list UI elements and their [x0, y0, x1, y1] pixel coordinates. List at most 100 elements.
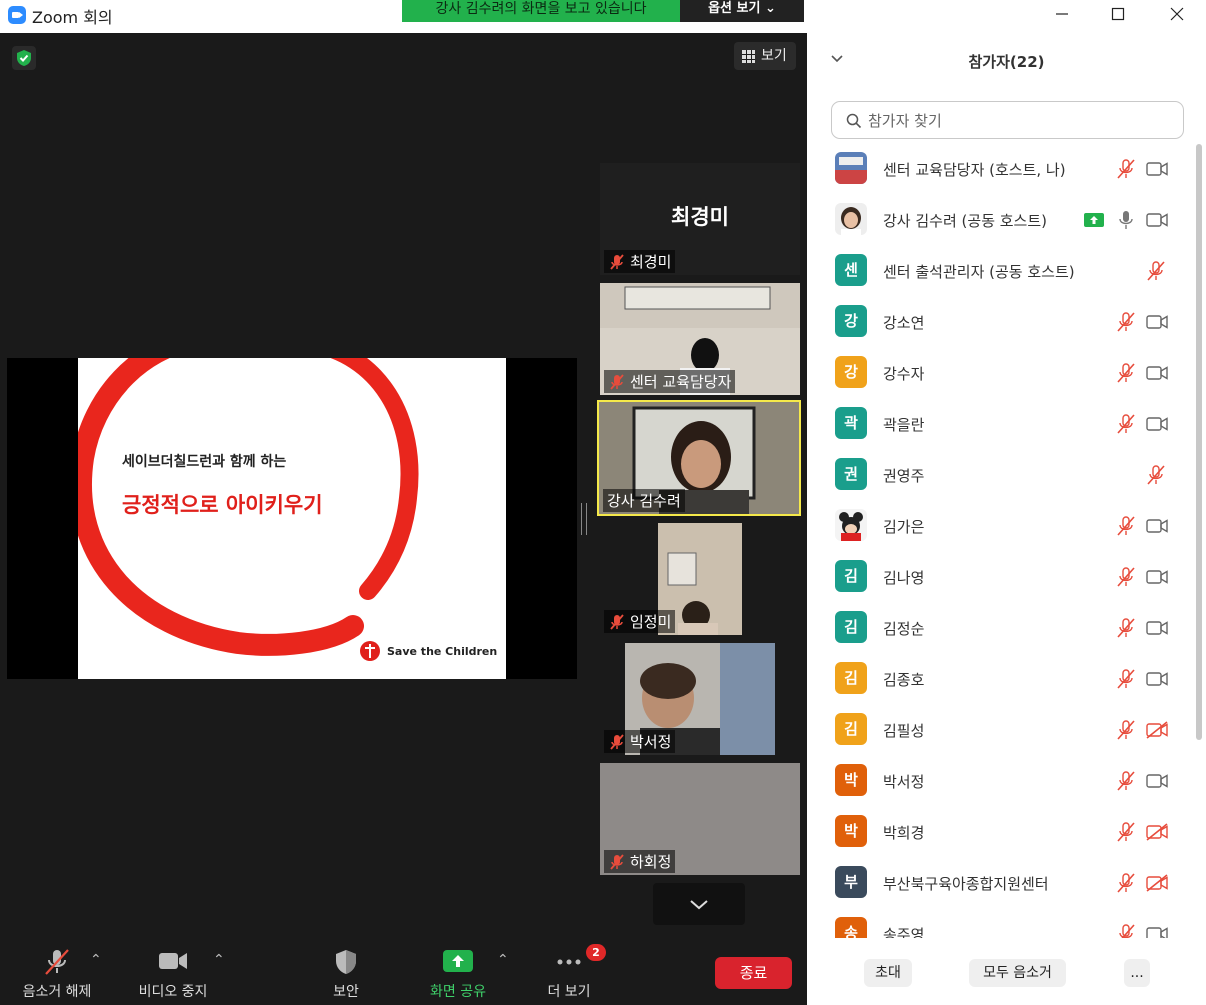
mic-icon[interactable]: [1115, 209, 1137, 235]
video-tile[interactable]: 박서정: [600, 643, 800, 755]
encryption-shield-icon[interactable]: [12, 46, 36, 70]
share-banner: 강사 김수려의 화면을 보고 있습니다: [402, 0, 680, 22]
video-camera-icon[interactable]: [1145, 515, 1169, 541]
mic-off-icon[interactable]: [1115, 311, 1137, 337]
more-dots-icon: [557, 959, 581, 965]
participant-row[interactable]: 박 박서정: [827, 755, 1187, 806]
scroll-tiles-down-button[interactable]: [653, 883, 745, 925]
share-screen-icon: [1084, 212, 1104, 232]
minimize-button[interactable]: [1047, 4, 1077, 24]
participant-row[interactable]: 박 박희경: [827, 806, 1187, 857]
video-camera-icon[interactable]: [1145, 668, 1169, 694]
avatar: [835, 509, 867, 541]
share-options-caret[interactable]: ⌃: [497, 952, 509, 968]
participant-row[interactable]: 김 김정순: [827, 602, 1187, 653]
video-tile-active-speaker[interactable]: 강사 김수려: [597, 400, 801, 516]
mic-off-icon[interactable]: [1115, 821, 1137, 847]
share-screen-label: 화면 공유: [430, 984, 486, 1000]
mic-off-icon[interactable]: [1115, 923, 1137, 938]
tile-name: 임정미: [630, 613, 672, 631]
participant-name: 김나영: [883, 569, 925, 587]
video-off-icon[interactable]: [1145, 821, 1169, 847]
mic-off-icon[interactable]: [1115, 158, 1137, 184]
notification-badge: 2: [586, 944, 606, 961]
unmute-button[interactable]: 음소거 해제: [12, 940, 102, 1005]
mic-off-icon: [610, 253, 624, 270]
video-camera-icon[interactable]: [1145, 566, 1169, 592]
audio-options-caret[interactable]: ⌃: [90, 952, 102, 968]
panel-more-button[interactable]: ...: [1124, 959, 1150, 987]
participant-list-scrollbar[interactable]: [1196, 144, 1202, 740]
participant-name: 권영주: [883, 467, 925, 485]
video-off-icon[interactable]: [1145, 872, 1169, 898]
avatar: 박: [835, 815, 867, 847]
video-tile[interactable]: 센터 교육담당자: [600, 283, 800, 395]
video-tile[interactable]: 하회정: [600, 763, 800, 875]
more-button[interactable]: 2 더 보기: [536, 940, 606, 1005]
presentation-slide: 세이브더칠드런과 함께 하는 긍정적으로 아이키우기 Save the Chil…: [78, 358, 506, 679]
stop-video-button[interactable]: 비디오 중지: [128, 940, 218, 1005]
security-button[interactable]: 보안: [310, 940, 382, 1005]
participant-search[interactable]: [831, 101, 1184, 139]
video-camera-icon[interactable]: [1145, 311, 1169, 337]
mic-off-icon[interactable]: [1115, 617, 1137, 643]
mic-off-icon[interactable]: [1115, 566, 1137, 592]
invite-button[interactable]: 초대: [864, 959, 912, 987]
video-options-caret[interactable]: ⌃: [213, 952, 225, 968]
view-options-button[interactable]: 옵션 보기 ⌄: [680, 0, 804, 22]
video-camera-icon[interactable]: [1145, 923, 1169, 938]
view-button-label: 보기: [761, 48, 787, 64]
video-camera-icon[interactable]: [1145, 362, 1169, 388]
mic-off-icon[interactable]: [1145, 464, 1167, 490]
slide-subtitle: 세이브더칠드런과 함께 하는: [122, 454, 287, 470]
participant-row[interactable]: 김 김필성: [827, 704, 1187, 755]
participant-row[interactable]: 곽 곽을란: [827, 398, 1187, 449]
participant-name: 곽을란: [883, 416, 925, 434]
participant-row[interactable]: 권 권영주: [827, 449, 1187, 500]
avatar: 김: [835, 611, 867, 643]
participant-row[interactable]: 강 강수자: [827, 347, 1187, 398]
panel-title: 참가자(22): [968, 53, 1045, 71]
close-button[interactable]: [1162, 4, 1192, 24]
search-input[interactable]: [866, 106, 1170, 136]
mic-off-icon[interactable]: [1115, 719, 1137, 745]
video-camera-icon[interactable]: [1145, 209, 1169, 235]
end-meeting-button[interactable]: 종료: [715, 957, 792, 989]
participant-row[interactable]: 강 강소연: [827, 296, 1187, 347]
participant-row[interactable]: 부 부산북구육아종합지원센터: [827, 857, 1187, 908]
mic-off-icon[interactable]: [1145, 260, 1167, 286]
mic-off-icon[interactable]: [1115, 413, 1137, 439]
participant-row[interactable]: 김 김나영: [827, 551, 1187, 602]
video-camera-icon[interactable]: [1145, 158, 1169, 184]
participant-row[interactable]: 센터 교육담당자 (호스트, 나): [827, 143, 1187, 194]
participant-row[interactable]: 김가은: [827, 500, 1187, 551]
mute-all-button[interactable]: 모두 음소거: [969, 959, 1066, 987]
mic-off-icon[interactable]: [1115, 362, 1137, 388]
chevron-down-icon: ⌄: [765, 1, 776, 16]
view-options-label: 옵션 보기: [708, 1, 761, 16]
participant-row[interactable]: 송 송주영: [827, 908, 1187, 938]
participant-row[interactable]: 김 김종호: [827, 653, 1187, 704]
video-camera-icon[interactable]: [1145, 413, 1169, 439]
video-camera-icon[interactable]: [1145, 617, 1169, 643]
video-off-icon[interactable]: [1145, 719, 1169, 745]
mic-off-icon[interactable]: [1115, 668, 1137, 694]
view-button[interactable]: 보기: [734, 42, 796, 70]
mic-off-icon[interactable]: [1115, 515, 1137, 541]
participant-row[interactable]: 센 센터 출석관리자 (공동 호스트): [827, 245, 1187, 296]
mic-off-icon[interactable]: [1115, 872, 1137, 898]
tile-name-label: 임정미: [604, 610, 676, 633]
mic-off-icon: [610, 853, 624, 870]
share-screen-button[interactable]: 화면 공유: [418, 940, 498, 1005]
video-tile[interactable]: 임정미: [600, 523, 800, 635]
participants-panel: 참가자(22) 센터 교육담당자 (호스트, 나) 강사 김수려 (공동 호스트)…: [807, 0, 1206, 1005]
panel-splitter[interactable]: [581, 503, 587, 535]
participant-row[interactable]: 강사 김수려 (공동 호스트): [827, 194, 1187, 245]
share-screen-icon: [443, 950, 473, 972]
maximize-button[interactable]: [1103, 4, 1133, 24]
meeting-toolbar: 음소거 해제 ⌃ 비디오 중지 ⌃ 보안 화면 공유 ⌃ 2 더 보기: [0, 940, 807, 1005]
video-camera-icon[interactable]: [1145, 770, 1169, 796]
video-tile[interactable]: 최경미 최경미: [600, 163, 800, 275]
avatar: 곽: [835, 407, 867, 439]
mic-off-icon[interactable]: [1115, 770, 1137, 796]
